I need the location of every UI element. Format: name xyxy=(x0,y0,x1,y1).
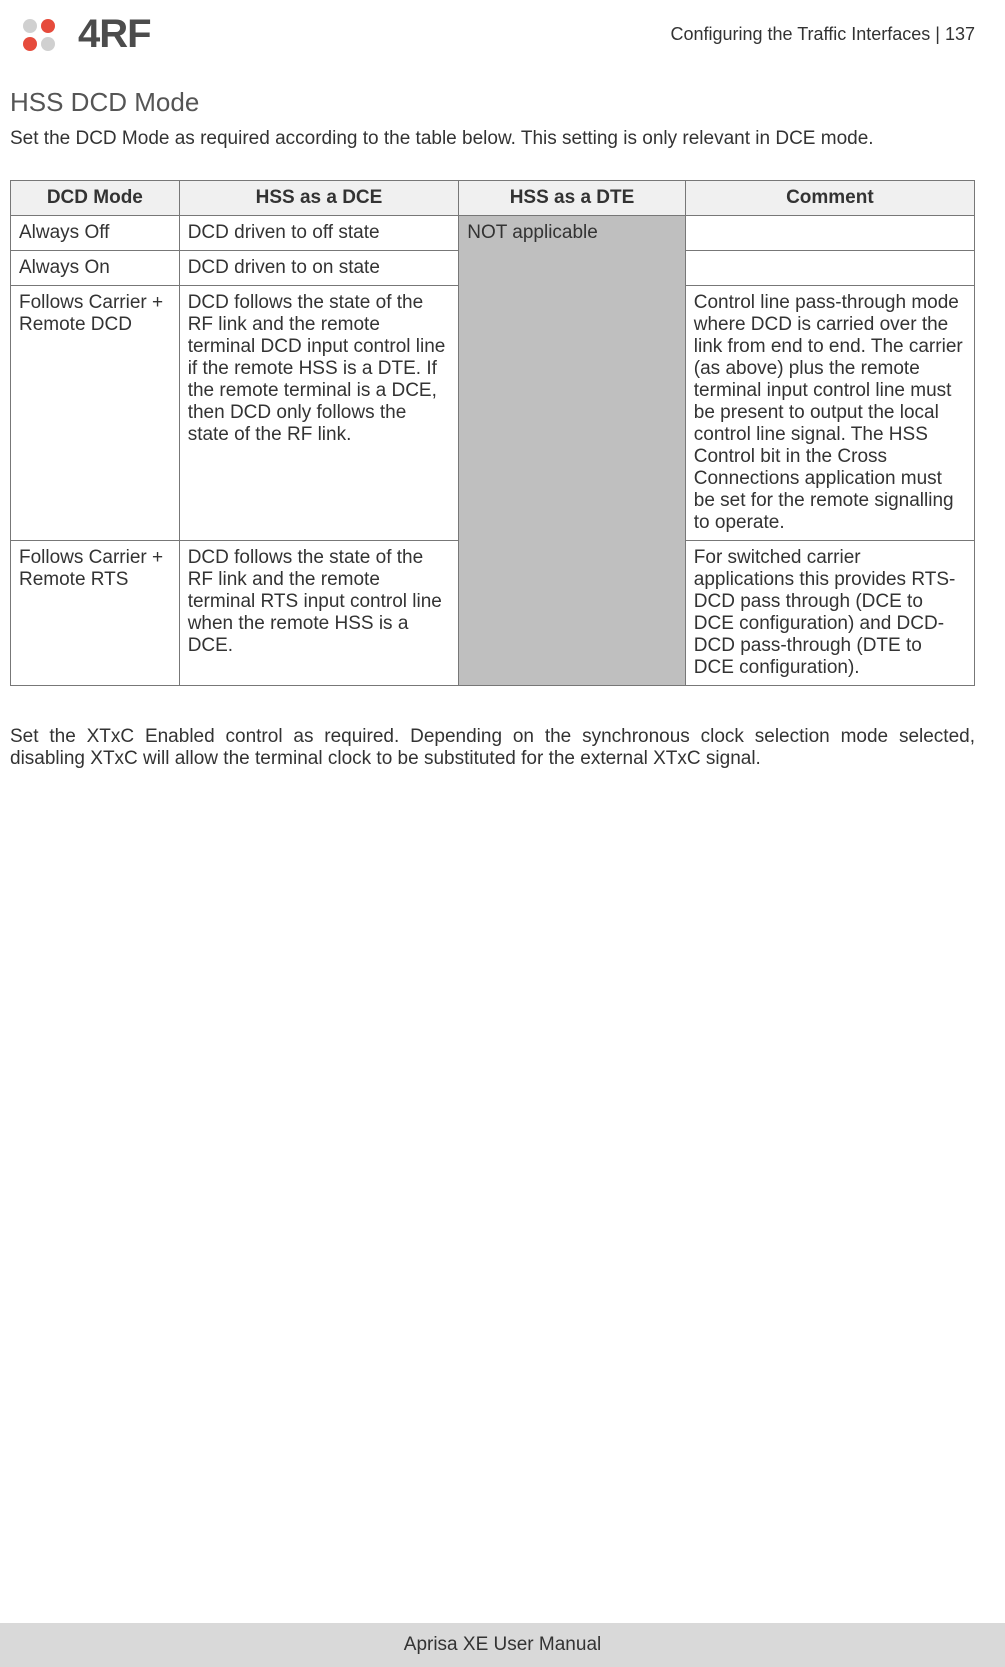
th-hss-dte: HSS as a DTE xyxy=(459,181,686,216)
section-title: HSS DCD Mode xyxy=(10,87,975,118)
logo-icon xyxy=(18,16,70,54)
cell-comment: For switched carrier applications this p… xyxy=(685,541,974,686)
cell-dce: DCD driven to off state xyxy=(179,216,459,251)
cell-comment xyxy=(685,216,974,251)
th-dcd-mode: DCD Mode xyxy=(11,181,180,216)
footer-text: Aprisa XE User Manual xyxy=(404,1634,601,1656)
cell-mode: Follows Carrier + Remote RTS xyxy=(11,541,180,686)
logo: 4RF xyxy=(18,12,151,57)
page: 4RF Configuring the Traffic Interfaces |… xyxy=(0,0,1005,1667)
cell-mode: Always Off xyxy=(11,216,180,251)
page-number: 137 xyxy=(945,24,975,44)
breadcrumb-section: Configuring the Traffic Interfaces xyxy=(670,24,930,44)
table-row: Always Off DCD driven to off state NOT a… xyxy=(11,216,975,251)
th-comment: Comment xyxy=(685,181,974,216)
cell-comment xyxy=(685,251,974,286)
page-footer: Aprisa XE User Manual xyxy=(0,1623,1005,1667)
cell-dce: DCD follows the state of the RF link and… xyxy=(179,286,459,541)
cell-comment: Control line pass-through mode where DCD… xyxy=(685,286,974,541)
cell-dte-span: NOT applicable xyxy=(459,216,686,686)
breadcrumb: Configuring the Traffic Interfaces | 137 xyxy=(670,24,975,45)
dcd-mode-table: DCD Mode HSS as a DCE HSS as a DTE Comme… xyxy=(10,180,975,686)
intro-paragraph: Set the DCD Mode as required according t… xyxy=(10,128,975,150)
cell-dce: DCD follows the state of the RF link and… xyxy=(179,541,459,686)
table-header-row: DCD Mode HSS as a DCE HSS as a DTE Comme… xyxy=(11,181,975,216)
breadcrumb-sep: | xyxy=(930,24,945,44)
page-header: 4RF Configuring the Traffic Interfaces |… xyxy=(0,0,1005,57)
after-table-paragraph: Set the XTxC Enabled control as required… xyxy=(10,726,975,770)
cell-mode: Follows Carrier + Remote DCD xyxy=(11,286,180,541)
content: HSS DCD Mode Set the DCD Mode as require… xyxy=(0,57,1005,770)
th-hss-dce: HSS as a DCE xyxy=(179,181,459,216)
cell-mode: Always On xyxy=(11,251,180,286)
cell-dce: DCD driven to on state xyxy=(179,251,459,286)
logo-text: 4RF xyxy=(78,12,151,57)
